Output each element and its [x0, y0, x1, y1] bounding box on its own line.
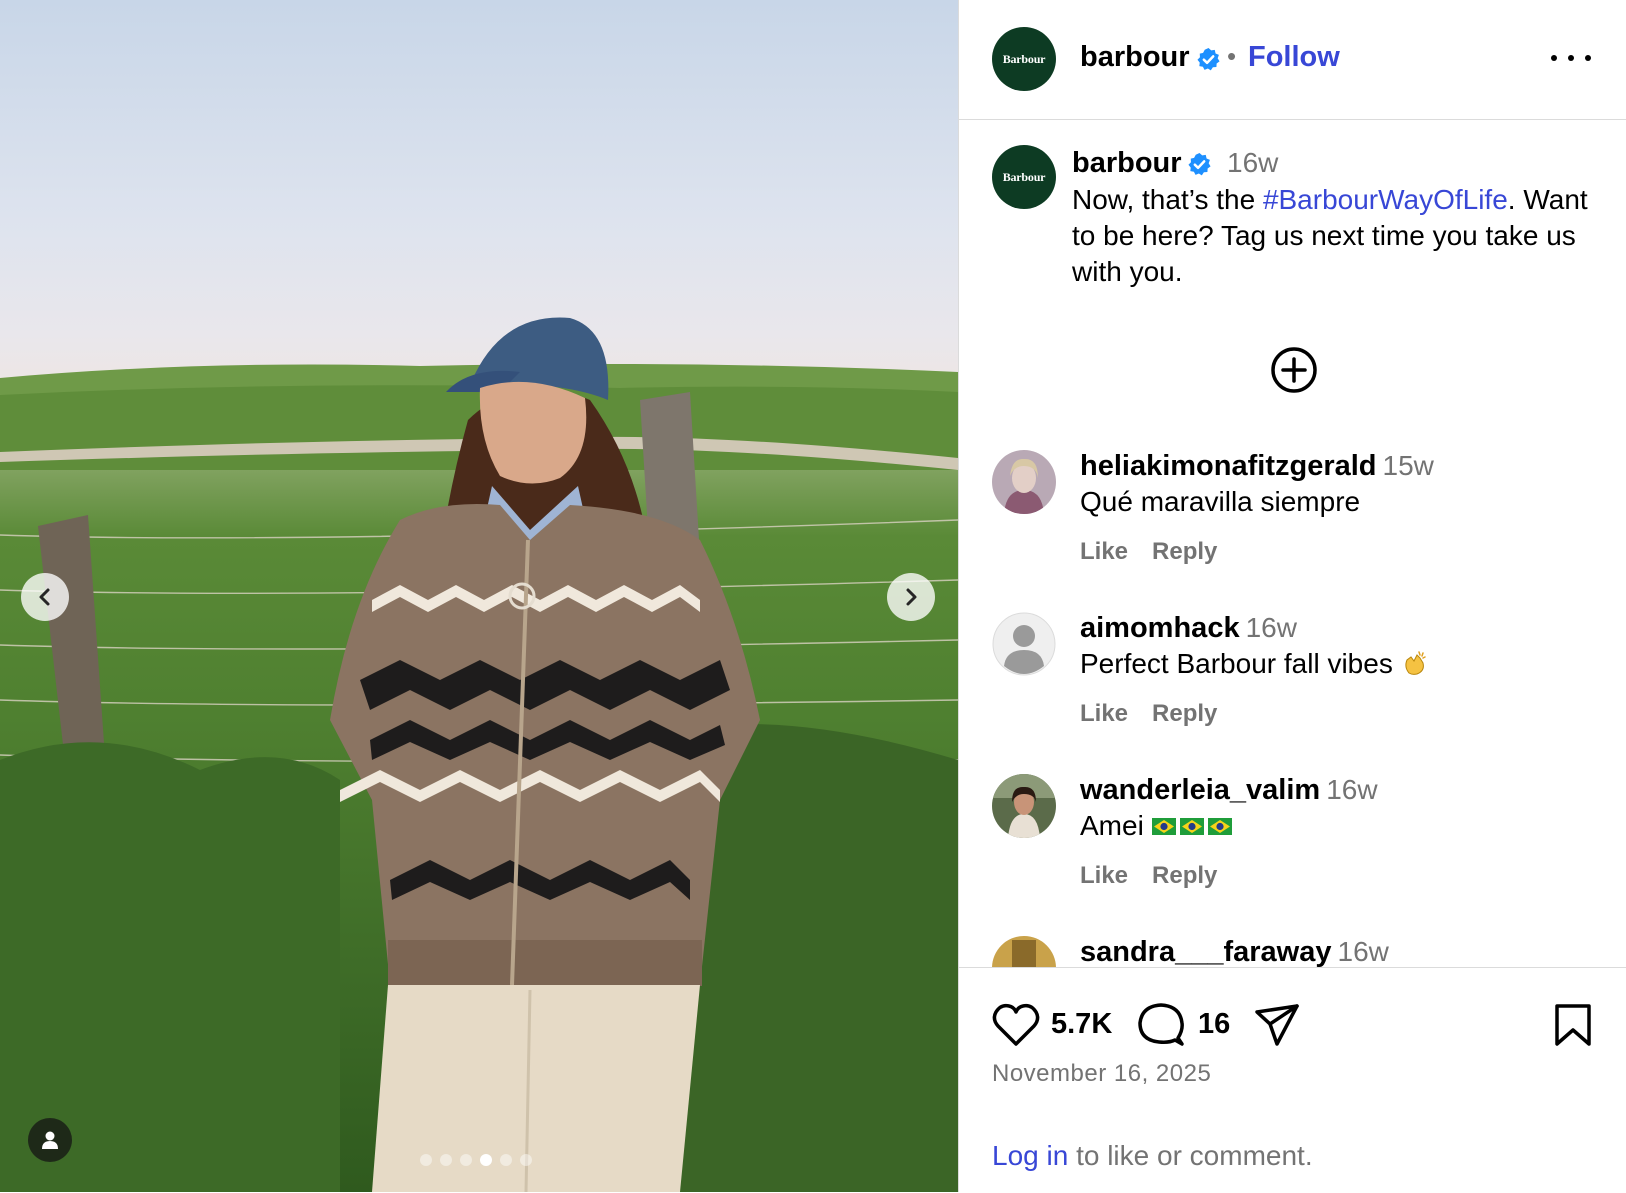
comment-text: Perfect Barbour fall vibes [1080, 648, 1429, 680]
avatar-logo-text: Barbour [1002, 51, 1046, 66]
more-dot-icon [1585, 55, 1591, 61]
comment-text: Amei [1080, 810, 1236, 842]
login-prompt-text: to like or comment. [1068, 1140, 1313, 1171]
comment-item: heliakimonafitzgerald 15w Qué maravilla s… [959, 440, 1626, 590]
carousel-dot [480, 1154, 492, 1166]
author-avatar[interactable]: Barbour [992, 27, 1056, 91]
comment-text: Qué maravilla siempre [1080, 486, 1361, 517]
carousel-indicator [420, 1154, 532, 1166]
carousel-dot [520, 1154, 532, 1166]
comment-text-body: Perfect Barbour fall vibes [1080, 648, 1393, 679]
more-dot-icon [1568, 55, 1574, 61]
comment-timestamp[interactable]: 16w [1326, 774, 1377, 805]
brazil-flag-icon [1179, 818, 1204, 835]
carousel-dot [500, 1154, 512, 1166]
brazil-flag-icon [1151, 818, 1176, 835]
commenter-avatar[interactable] [992, 450, 1056, 514]
comment-item: wanderleia_valim 16w Amei Like Reply [959, 764, 1626, 914]
comment-item: aimomhack 16w Perfect Barbour fall vibes … [959, 602, 1626, 752]
comment-reply-button[interactable]: Reply [1152, 538, 1217, 565]
comments-count[interactable]: 16 [1198, 1008, 1230, 1041]
login-prompt: Log in to like or comment. [992, 1140, 1313, 1172]
likes-count[interactable]: 5.7K [1051, 1008, 1112, 1041]
commenter-username[interactable]: wanderleia_valim [1080, 774, 1320, 806]
default-avatar-icon[interactable] [992, 612, 1056, 676]
login-link[interactable]: Log in [992, 1140, 1068, 1171]
brazil-flag-icon [1207, 818, 1232, 835]
comment-timestamp[interactable]: 16w [1338, 936, 1389, 967]
tagged-users-button[interactable] [28, 1118, 72, 1162]
post-date[interactable]: November 16, 2025 [992, 1060, 1211, 1088]
header-separator: • [1227, 41, 1237, 71]
more-dot-icon [1551, 55, 1557, 61]
chevron-right-icon [906, 588, 917, 606]
heart-icon[interactable] [992, 1002, 1040, 1048]
comment-actions: Like Reply [1080, 862, 1241, 890]
more-options-button[interactable] [1551, 43, 1591, 73]
comment-like-button[interactable]: Like [1080, 538, 1128, 565]
commenter-avatar[interactable] [992, 936, 1056, 967]
author-username[interactable]: barbour [1080, 41, 1190, 74]
previous-image-button[interactable] [21, 573, 69, 621]
follow-button[interactable]: Follow [1248, 41, 1340, 74]
comment-timestamp[interactable]: 15w [1383, 450, 1434, 481]
comment-like-button[interactable]: Like [1080, 700, 1128, 727]
comment-reply-button[interactable]: Reply [1152, 862, 1217, 889]
post-sidebar: Barbour barbour • Follow Barbour barbour… [958, 0, 1626, 1193]
caption-text-before: Now, that’s the [1072, 184, 1263, 215]
post-header: Barbour barbour • Follow [959, 0, 1626, 120]
commenter-username[interactable]: sandra___faraway [1080, 936, 1332, 967]
user-icon [42, 1131, 58, 1149]
comment-actions: Like Reply [1080, 538, 1241, 566]
post-actions-bar: 5.7K 16 November 16, 2025 Log in to like… [959, 967, 1626, 1193]
comment-timestamp[interactable]: 16w [1246, 612, 1297, 643]
bookmark-icon[interactable] [1551, 1002, 1595, 1048]
comment-header: heliakimonafitzgerald 15w [1080, 450, 1434, 483]
caption-text: Now, that’s the #BarbourWayOfLife. Want … [1072, 182, 1592, 290]
caption-avatar[interactable]: Barbour [992, 145, 1056, 209]
share-icon[interactable] [1253, 1002, 1301, 1048]
caption-timestamp[interactable]: 16w [1227, 147, 1278, 179]
load-more-comments-button[interactable] [1270, 346, 1318, 394]
comment-header: sandra___faraway 16w [1080, 936, 1389, 967]
clapping-hands-icon [1404, 651, 1426, 675]
carousel-dot [460, 1154, 472, 1166]
carousel-dot [440, 1154, 452, 1166]
comment-actions: Like Reply [1080, 700, 1241, 728]
next-image-button[interactable] [887, 573, 935, 621]
comment-reply-button[interactable]: Reply [1152, 700, 1217, 727]
comment-like-button[interactable]: Like [1080, 862, 1128, 889]
comment-header: aimomhack 16w [1080, 612, 1297, 645]
avatar-logo-text: Barbour [1002, 169, 1046, 184]
comments-list: heliakimonafitzgerald 15w Qué maravilla s… [959, 440, 1626, 967]
commenter-username[interactable]: heliakimonafitzgerald [1080, 450, 1377, 482]
commenter-username[interactable]: aimomhack [1080, 612, 1240, 644]
verified-badge-icon [1197, 48, 1220, 71]
comment-icon[interactable] [1137, 1002, 1185, 1048]
hashtag-link[interactable]: #BarbourWayOfLife [1263, 184, 1508, 215]
photo-scene [0, 317, 958, 1192]
post-image [0, 0, 958, 1192]
verified-badge-icon [1188, 153, 1211, 176]
comment-item: sandra___faraway 16w [959, 926, 1626, 967]
comment-header: wanderleia_valim 16w [1080, 774, 1378, 807]
chevron-left-icon [39, 588, 50, 606]
carousel-dot [420, 1154, 432, 1166]
comment-text-body: Amei [1080, 810, 1144, 841]
caption-username[interactable]: barbour [1072, 147, 1182, 180]
commenter-avatar[interactable] [992, 774, 1056, 838]
